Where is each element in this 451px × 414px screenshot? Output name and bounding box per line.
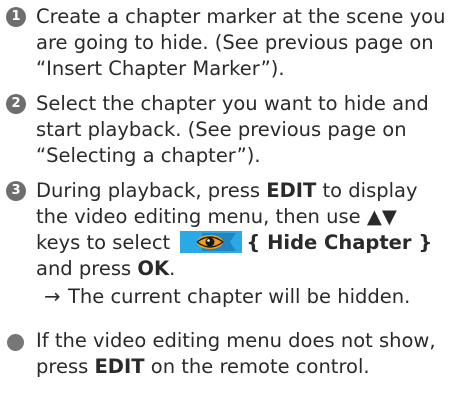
right-arrow-icon: → <box>44 285 61 308</box>
note-edit-key-label: EDIT <box>94 355 145 378</box>
step-3-text-part4: and press <box>36 257 138 280</box>
hide-chapter-option: { Hide Chapter } <box>246 231 433 254</box>
bullet-icon <box>7 334 24 351</box>
step-1-text: Create a chapter marker at the scene you… <box>36 5 446 80</box>
step-1: 1 Create a chapter marker at the scene y… <box>6 4 446 82</box>
step-3: 3 During playback, press EDIT to display… <box>6 178 446 310</box>
step-2-text: Select the chapter you want to hide and … <box>36 92 429 167</box>
step-3-text-part1: During playback, press <box>36 179 267 202</box>
result-text: The current chapter will be hidden. <box>68 285 411 308</box>
edit-key-label: EDIT <box>266 179 317 202</box>
ok-key-label: OK <box>137 257 170 280</box>
step-3-text-part3: keys to select <box>36 231 177 254</box>
step-number-1: 1 <box>6 7 26 27</box>
hide-chapter-eye-icon <box>180 231 243 253</box>
note: If the video editing menu does not show,… <box>6 328 446 380</box>
arrow-keys-label: ▲▼ <box>366 205 397 228</box>
step-number-3: 3 <box>6 181 26 201</box>
result-line: → The current chapter will be hidden. <box>44 284 446 310</box>
step-number-2: 2 <box>6 94 26 114</box>
instruction-page: 1 Create a chapter marker at the scene y… <box>6 4 446 380</box>
note-text-part2: on the remote control. <box>144 355 370 378</box>
step-3-text-part5: . <box>169 257 176 280</box>
step-2: 2 Select the chapter you want to hide an… <box>6 91 446 169</box>
